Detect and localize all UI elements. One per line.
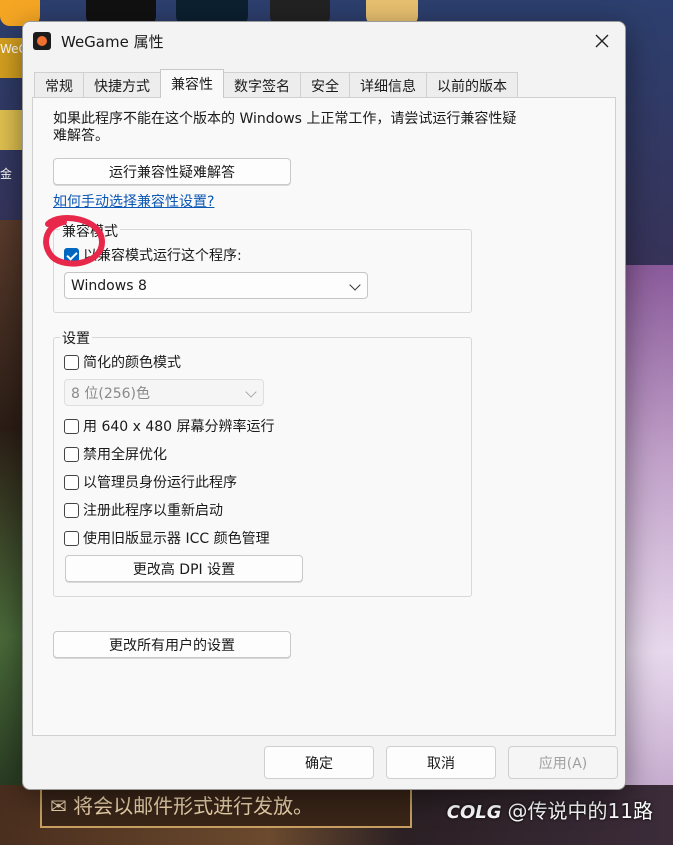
fullscreen-opt-row: 禁用全屏优化 xyxy=(64,444,167,464)
change-dpi-button[interactable]: 更改高 DPI 设置 xyxy=(65,555,303,582)
close-button[interactable] xyxy=(589,28,615,54)
color-mode-dropdown: 8 位(256)色 xyxy=(64,379,264,406)
run-as-admin-row: 以管理员身份运行此程序 xyxy=(64,472,237,492)
reduced-color-label: 简化的颜色模式 xyxy=(83,355,181,371)
change-all-users-button[interactable]: 更改所有用户的设置 xyxy=(53,631,291,658)
legacy-icc-checkbox[interactable] xyxy=(64,530,79,546)
compat-mode-row: 以兼容模式运行这个程序: xyxy=(64,245,242,265)
chevron-down-icon xyxy=(245,386,257,398)
ok-button[interactable]: 确定 xyxy=(264,746,374,779)
compat-mode-group xyxy=(53,229,472,313)
watermark-text: @传说中的11路 xyxy=(507,799,653,823)
tab-compatibility[interactable]: 兼容性 xyxy=(160,69,224,98)
manual-compat-settings-link[interactable]: 如何手动选择兼容性设置? xyxy=(53,191,214,211)
desktop-shortcut-icon[interactable] xyxy=(0,110,22,150)
register-restart-label: 注册此程序以重新启动 xyxy=(83,503,223,519)
tab-security[interactable]: 安全 xyxy=(300,72,350,98)
background-banner-text: ✉ 将会以邮件形式进行发放。 xyxy=(50,794,314,818)
compat-mode-label: 以兼容模式运行这个程序: xyxy=(83,248,242,264)
tab-previous-versions[interactable]: 以前的版本 xyxy=(426,72,518,98)
register-restart-checkbox[interactable] xyxy=(64,502,79,518)
title-bar[interactable]: WeGame 属性 xyxy=(23,22,625,60)
run-as-admin-label: 以管理员身份运行此程序 xyxy=(83,475,237,491)
compatibility-panel: 如果此程序不能在这个版本的 Windows 上正常工作，请尝试运行兼容性疑难解答… xyxy=(32,97,616,736)
compat-mode-checkbox[interactable] xyxy=(64,247,79,263)
legacy-icc-row: 使用旧版显示器 ICC 颜色管理 xyxy=(64,528,270,548)
compat-mode-selected-value: Windows 8 xyxy=(71,277,147,294)
compat-mode-group-title: 兼容模式 xyxy=(60,221,120,241)
reduced-color-checkbox[interactable] xyxy=(64,354,79,370)
window-title: WeGame 属性 xyxy=(61,32,164,51)
register-restart-row: 注册此程序以重新启动 xyxy=(64,500,223,520)
desktop-icon-label: 金 xyxy=(0,167,13,181)
wegame-app-icon xyxy=(33,32,51,50)
tab-general[interactable]: 常规 xyxy=(34,72,84,98)
tab-strip: 常规 快捷方式 兼容性 数字签名 安全 详细信息 以前的版本 xyxy=(34,69,518,98)
chevron-down-icon xyxy=(349,279,361,291)
apply-button: 应用(A) xyxy=(508,746,618,779)
resolution-label: 用 640 x 480 屏幕分辨率运行 xyxy=(83,419,275,435)
intro-text: 如果此程序不能在这个版本的 Windows 上正常工作，请尝试运行兼容性疑难解答… xyxy=(53,111,517,144)
close-icon xyxy=(595,34,609,48)
watermark-logo: COLG xyxy=(446,802,502,823)
legacy-icc-label: 使用旧版显示器 ICC 颜色管理 xyxy=(83,531,270,547)
tab-digital-signatures[interactable]: 数字签名 xyxy=(223,72,301,98)
properties-dialog: WeGame 属性 常规 快捷方式 兼容性 数字签名 安全 详细信息 以前的版本… xyxy=(22,21,626,790)
reduced-color-row: 简化的颜色模式 xyxy=(64,352,181,372)
watermark: COLG @传说中的11路 xyxy=(447,795,653,824)
run-as-admin-checkbox[interactable] xyxy=(64,474,79,490)
color-mode-selected-value: 8 位(256)色 xyxy=(71,385,151,402)
settings-group-title: 设置 xyxy=(60,328,92,348)
tab-details[interactable]: 详细信息 xyxy=(349,72,427,98)
tab-shortcut[interactable]: 快捷方式 xyxy=(83,72,161,98)
run-troubleshooter-button[interactable]: 运行兼容性疑难解答 xyxy=(53,158,291,185)
resolution-checkbox[interactable] xyxy=(64,418,79,434)
fullscreen-opt-label: 禁用全屏优化 xyxy=(83,447,167,463)
cancel-button[interactable]: 取消 xyxy=(386,746,496,779)
resolution-row: 用 640 x 480 屏幕分辨率运行 xyxy=(64,416,275,436)
fullscreen-opt-checkbox[interactable] xyxy=(64,446,79,462)
compat-mode-dropdown[interactable]: Windows 8 xyxy=(64,272,368,299)
